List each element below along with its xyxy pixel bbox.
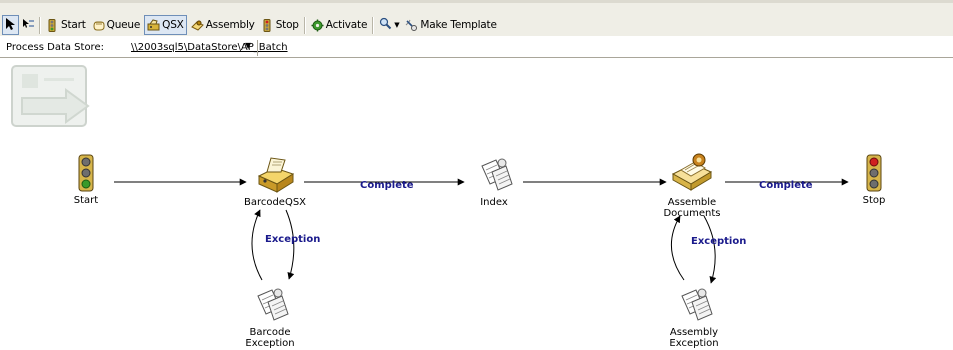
traffic-light-icon	[261, 19, 273, 32]
activate-button[interactable]: Activate	[309, 16, 369, 34]
toolbar-separator	[372, 16, 375, 34]
qsx-button[interactable]: QSX	[144, 15, 187, 35]
node-label-line-2: Documents	[663, 208, 721, 219]
node-assembly-exception[interactable]: Assembly Exception	[664, 284, 724, 349]
assembly-icon	[671, 153, 713, 191]
node-label: Index	[480, 197, 508, 208]
toolbar-top-strip	[0, 0, 953, 3]
queue-button-label: Queue	[106, 19, 141, 31]
node-barcodeqsx[interactable]: BarcodeQSX	[240, 154, 310, 208]
template-icon	[405, 19, 418, 31]
toolbar-row: Start Queue QSX Assembly Stop Activate ▼…	[2, 15, 501, 35]
make-template-button[interactable]: Make Template	[403, 16, 498, 34]
make-template-button-label: Make Template	[420, 19, 497, 31]
node-index[interactable]: Index	[464, 154, 524, 208]
edge-exception-to-barcodeqsx	[251, 209, 263, 281]
hand-icon	[92, 19, 105, 31]
traffic-light-icon	[78, 154, 94, 192]
data-store-label: Process Data Store:	[6, 42, 104, 53]
pointer-icon	[4, 17, 17, 34]
node-label: Start	[73, 195, 99, 206]
gear-icon	[311, 19, 324, 32]
node-stop[interactable]: Stop	[852, 154, 896, 206]
node-barcode-exception[interactable]: Barcode Exception	[240, 284, 300, 349]
activate-button-label: Activate	[325, 19, 368, 31]
scanner-icon	[257, 157, 295, 193]
assembly-icon	[190, 19, 204, 31]
magnifier-icon	[379, 17, 392, 33]
node-label-line-1: Barcode	[249, 327, 291, 338]
node-label-line-2: Exception	[245, 338, 295, 349]
edge-label-exception: Exception	[691, 236, 747, 247]
edge-exception-to-assemble	[670, 215, 685, 281]
documents-icon	[257, 288, 289, 321]
node-label-line-1: Assembly	[669, 327, 719, 338]
node-label: Stop	[862, 195, 886, 206]
edge-label-complete: Complete	[360, 180, 414, 191]
traffic-light-icon	[866, 154, 882, 192]
connector-icon	[22, 17, 35, 34]
traffic-light-icon	[46, 19, 58, 32]
stop-button-label: Stop	[275, 19, 299, 31]
start-button[interactable]: Start	[44, 16, 88, 34]
chevron-down-icon[interactable]: ▼	[245, 41, 251, 50]
documents-icon	[481, 158, 513, 191]
connector-tool-button[interactable]	[21, 16, 36, 34]
scanner-icon	[147, 19, 160, 31]
start-button-label: Start	[61, 19, 86, 31]
node-label: BarcodeQSX	[243, 197, 307, 208]
documents-icon	[681, 288, 713, 321]
data-store-bar: Process Data Store: \\2003sql5\DataStore…	[0, 39, 953, 58]
node-label-line-1: Assemble	[667, 197, 717, 208]
edge-label-complete: Complete	[759, 180, 813, 191]
pointer-tool-button[interactable]	[2, 15, 19, 35]
zoom-dropdown-button[interactable]: ▼	[377, 16, 401, 34]
edge-assemble-to-exception	[703, 215, 717, 284]
data-store-select[interactable]: \\2003sql5\DataStore\AP_Batch	[131, 42, 288, 53]
chevron-down-icon: ▼	[394, 21, 400, 29]
toolbar: Start Queue QSX Assembly Stop Activate ▼…	[0, 0, 953, 36]
stop-button[interactable]: Stop	[259, 16, 301, 34]
qsx-button-label: QSX	[162, 19, 184, 31]
divider	[257, 40, 258, 56]
edge-label-exception: Exception	[265, 234, 321, 245]
toolbar-separator	[39, 16, 41, 34]
assembly-button-label: Assembly	[205, 19, 255, 31]
node-assemble-documents[interactable]: Assemble Documents	[660, 150, 724, 219]
toolbar-separator	[303, 16, 306, 34]
workflow-canvas: Complete Complete Exception Exception St…	[0, 58, 953, 350]
node-start[interactable]: Start	[64, 154, 108, 206]
queue-button[interactable]: Queue	[90, 16, 143, 34]
node-label-line-2: Exception	[669, 338, 719, 349]
assembly-button[interactable]: Assembly	[189, 16, 257, 34]
